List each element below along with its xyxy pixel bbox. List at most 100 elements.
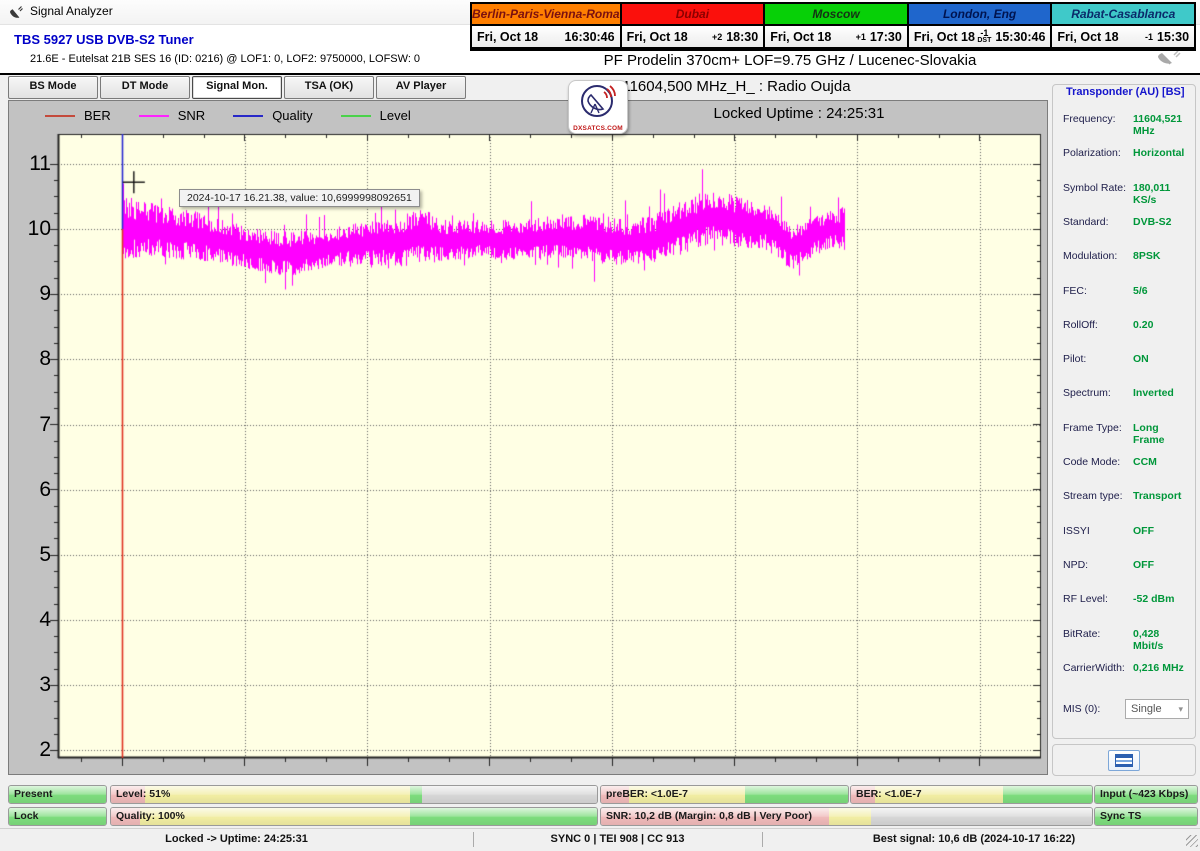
transponder-panel: Transponder (AU) [BS] Frequency:11604,52… xyxy=(1048,76,1200,780)
transponder-label: ISSYI xyxy=(1063,525,1133,539)
transponder-row: RollOff:0.20 xyxy=(1063,319,1191,333)
transponder-value: DVB-S2 xyxy=(1133,216,1191,230)
y-axis-tick-label: 7 xyxy=(9,412,51,438)
clock-time: 16:30:46 xyxy=(565,30,615,44)
satellite-dish-logo xyxy=(578,83,618,121)
clock-moscow: MoscowFri, Oct 18+117:30 xyxy=(765,4,909,49)
transponder-row: FEC:5/6 xyxy=(1063,285,1191,299)
clock-time: 18:30 xyxy=(726,30,758,44)
status-uptime: Locked -> Uptime: 24:25:31 xyxy=(0,829,473,850)
clock-london-eng: London, EngFri, Oct 18-1DST15:30:46 xyxy=(909,4,1053,49)
transponder-value: OFF xyxy=(1133,525,1191,539)
y-axis-tick-label: 6 xyxy=(9,477,51,503)
y-axis-tick-label: 8 xyxy=(9,346,51,372)
transponder-value: -52 dBm xyxy=(1133,593,1191,607)
clock-dubai: Dubai Fri, Oct 18+2 18:30 xyxy=(622,4,766,49)
transponder-label: RollOff: xyxy=(1063,319,1133,333)
bar-label: Lock xyxy=(14,808,39,824)
bar-label: Sync TS xyxy=(1100,808,1141,824)
y-axis-tick-label: 5 xyxy=(9,542,51,568)
legend-swatch xyxy=(45,115,75,117)
signal-bars-zone: PresentLevel: 51%preBER: <1.0E-7BER: <1.… xyxy=(0,780,1200,828)
chart-legend: BERSNRQualityLevel xyxy=(45,108,439,123)
clock-utc-offset: +2 xyxy=(712,33,722,41)
clock-berlin-paris-vienna-roma: Berlin-Paris-Vienna-RomaFri, Oct 1816:30… xyxy=(472,4,622,49)
transponder-title: Transponder (AU) [BS] xyxy=(1062,86,1189,98)
transponder-label: CarrierWidth: xyxy=(1063,662,1133,676)
toolbar-button-tsa-ok-[interactable]: TSA (OK) xyxy=(284,76,374,99)
bar-label: Input (~423 Kbps) xyxy=(1100,786,1188,802)
clock-date: Fri, Oct 18 xyxy=(1057,30,1145,44)
dxsatcs-logo: DXSATCS.COM xyxy=(568,80,628,134)
legend-item-snr: SNR xyxy=(139,108,205,123)
transponder-value: 0.20 xyxy=(1133,319,1191,333)
transponder-label: Polarization: xyxy=(1063,147,1133,161)
bar-gloss xyxy=(111,786,597,803)
resize-grip[interactable] xyxy=(1186,835,1198,847)
clock-rabat-casablanca: Rabat-CasablancaFri, Oct 18-115:30 xyxy=(1052,4,1194,49)
legend-swatch xyxy=(233,115,263,117)
transponder-value: 5/6 xyxy=(1133,285,1191,299)
clock-city-label: Dubai xyxy=(622,4,764,26)
cursor-tooltip: 2024-10-17 16.21.38, value: 10,699999809… xyxy=(179,189,420,207)
mode-toolbar: BS ModeDT ModeSignal Mon.TSA (OK)AV Play… xyxy=(8,76,468,98)
clock-time: 17:30 xyxy=(870,30,902,44)
legend-item-quality: Quality xyxy=(233,108,312,123)
y-axis-tick-label: 4 xyxy=(9,607,51,633)
status-sync: SYNC 0 | TEI 908 | CC 913 xyxy=(473,829,762,850)
transponder-label: Pilot: xyxy=(1063,353,1133,367)
transponder-value: 0,216 MHz xyxy=(1133,662,1191,676)
bar-label: Level: 51% xyxy=(116,786,170,802)
console-button[interactable] xyxy=(1108,750,1140,771)
transponder-row: Frame Type:Long Frame xyxy=(1063,422,1191,436)
clock-time-row: Fri, Oct 1816:30:46 xyxy=(472,26,620,47)
bar-label: preBER: <1.0E-7 xyxy=(606,786,688,802)
y-axis-tick-label: 10 xyxy=(9,216,51,242)
mis-row: MIS (0): Single ▾ xyxy=(1063,699,1191,719)
transponder-label: Code Mode: xyxy=(1063,456,1133,470)
transponder-row: RF Level:-52 dBm xyxy=(1063,593,1191,607)
clock-date: Fri, Oct 18 xyxy=(770,30,855,44)
clock-time-row: Fri, Oct 18-115:30 xyxy=(1052,26,1194,47)
toolbar-button-dt-mode[interactable]: DT Mode xyxy=(100,76,190,99)
legend-swatch xyxy=(139,115,169,117)
clock-date: Fri, Oct 18 xyxy=(627,30,712,44)
transponder-label: Stream type: xyxy=(1063,490,1133,504)
transponder-row: Standard:DVB-S2 xyxy=(1063,216,1191,230)
clock-utc-offset: +1 xyxy=(856,33,866,41)
clock-utc-offset: -1DST xyxy=(977,29,991,45)
transponder-value: 0,428 Mbit/s xyxy=(1133,628,1191,642)
bar-input: Input (~423 Kbps) xyxy=(1094,785,1198,804)
status-bar: Locked -> Uptime: 24:25:31 SYNC 0 | TEI … xyxy=(0,828,1200,851)
bar-snr: SNR: 10,2 dB (Margin: 0,8 dB | Very Poor… xyxy=(600,807,1093,826)
clock-time: 15:30:46 xyxy=(995,30,1045,44)
toolbar-button-signal-mon-[interactable]: Signal Mon. xyxy=(192,76,282,99)
transponder-value: Horizontal xyxy=(1133,147,1191,161)
bar-preber: preBER: <1.0E-7 xyxy=(600,785,849,804)
transponder-value: 180,011 KS/s xyxy=(1133,182,1191,196)
transponder-label: Modulation: xyxy=(1063,250,1133,264)
transponder-row: BitRate:0,428 Mbit/s xyxy=(1063,628,1191,642)
transponder-label: Frequency: xyxy=(1063,113,1133,127)
transponder-label: Symbol Rate: xyxy=(1063,182,1133,196)
y-axis-tick-label: 2 xyxy=(9,737,51,763)
clock-date: Fri, Oct 18 xyxy=(477,30,565,44)
clock-utc-offset: -1 xyxy=(1145,33,1153,41)
transponder-row: Spectrum:Inverted xyxy=(1063,387,1191,401)
chevron-down-icon: ▾ xyxy=(1178,704,1183,715)
transponder-label: NPD: xyxy=(1063,559,1133,573)
snr-chart-canvas[interactable] xyxy=(9,101,1049,776)
bar-lock: Lock xyxy=(8,807,107,826)
panel-button-box xyxy=(1052,744,1196,776)
transponder-row: Pilot:ON xyxy=(1063,353,1191,367)
clock-city-label: Berlin-Paris-Vienna-Roma xyxy=(472,4,620,26)
legend-label: Level xyxy=(380,108,411,123)
signal-chart-area: BERSNRQualityLevel Locked Uptime : 24:25… xyxy=(8,100,1048,775)
toolbar-button-bs-mode[interactable]: BS Mode xyxy=(8,76,98,99)
bar-level: Level: 51% xyxy=(110,785,598,804)
mis-dropdown[interactable]: Single ▾ xyxy=(1125,699,1189,719)
transponder-row: NPD:OFF xyxy=(1063,559,1191,573)
bar-ber: BER: <1.0E-7 xyxy=(850,785,1093,804)
legend-label: Quality xyxy=(272,108,312,123)
transponder-row: Modulation:8PSK xyxy=(1063,250,1191,264)
